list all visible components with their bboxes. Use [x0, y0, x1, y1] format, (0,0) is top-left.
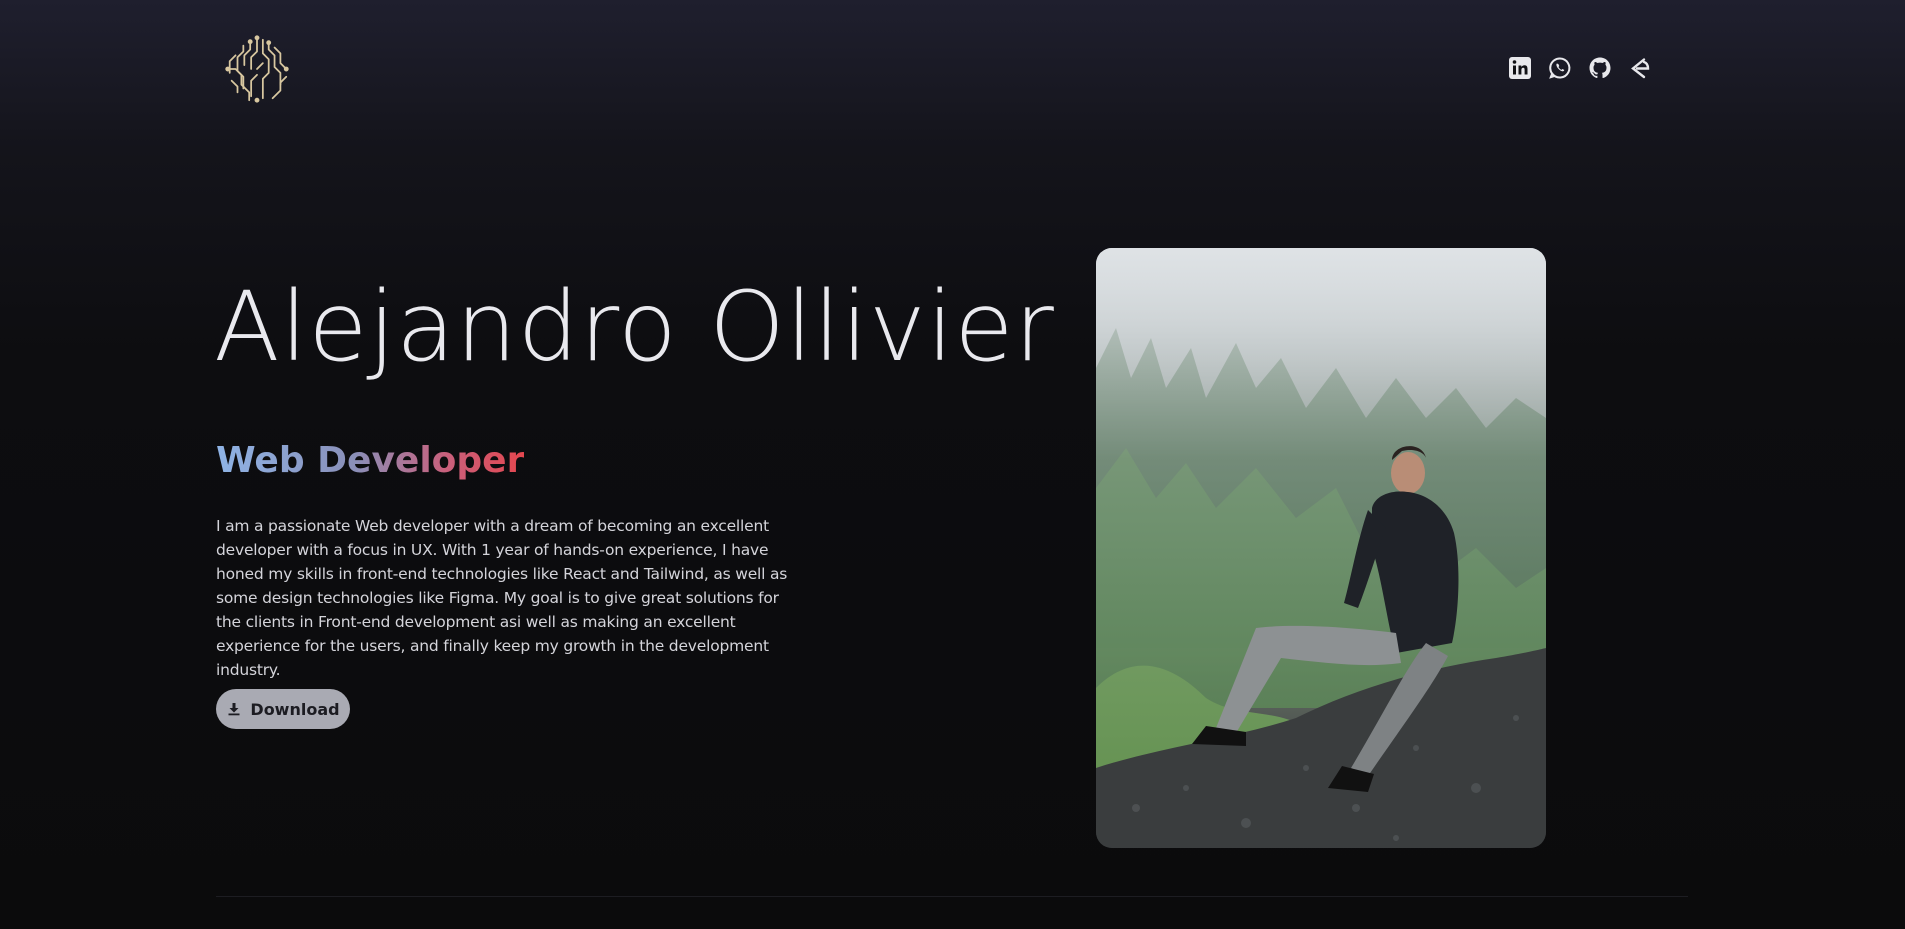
github-icon[interactable]	[1588, 56, 1612, 80]
portfolio-link-icon[interactable]	[1628, 56, 1652, 80]
hero-role: Web Developer	[216, 436, 524, 486]
download-icon	[228, 703, 240, 716]
download-label: Download	[250, 699, 340, 719]
section-divider	[216, 896, 1688, 897]
whatsapp-icon[interactable]	[1548, 56, 1572, 80]
profile-photo	[1096, 248, 1546, 848]
hero-bio: I am a passionate Web developer with a d…	[216, 517, 788, 679]
download-button[interactable]: Download	[216, 689, 350, 729]
hero-name: Alejandro Ollivier	[214, 271, 1055, 383]
social-links	[1508, 52, 1652, 84]
linkedin-icon[interactable]	[1508, 56, 1532, 80]
site-header	[0, 0, 1905, 140]
logo-icon[interactable]	[218, 30, 296, 108]
